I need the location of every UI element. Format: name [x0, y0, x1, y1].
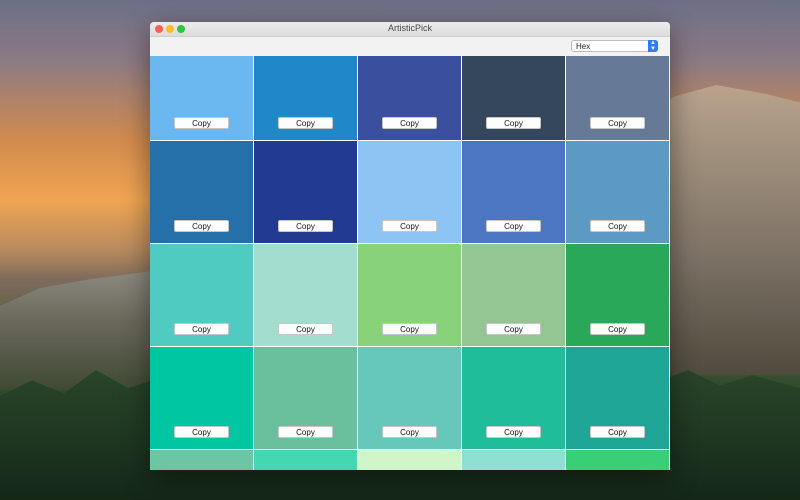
color-swatch[interactable]: Copy — [150, 347, 253, 449]
copy-button[interactable]: Copy — [486, 323, 541, 335]
color-swatch[interactable]: Copy — [254, 56, 357, 140]
wallpaper-rock — [0, 270, 160, 390]
app-window: ArtisticPick Hex ▲ ▼ Copy Copy Copy Copy Copy… — [150, 22, 670, 470]
copy-button[interactable]: Copy — [486, 426, 541, 438]
color-swatch[interactable]: Copy — [462, 56, 565, 140]
color-swatch-grid: Copy Copy Copy Copy Copy Copy Copy Copy Copy Copy… — [150, 56, 669, 470]
window-title: ArtisticPick — [387, 23, 432, 33]
color-swatch[interactable]: Copy — [358, 244, 461, 346]
copy-button[interactable]: Copy — [590, 220, 645, 232]
copy-button[interactable]: Copy — [174, 426, 229, 438]
copy-button[interactable]: Copy — [590, 323, 645, 335]
copy-button[interactable]: Copy — [382, 117, 437, 129]
copy-button[interactable]: Copy — [590, 426, 645, 438]
copy-button[interactable]: Copy — [486, 117, 541, 129]
color-swatch[interactable]: Copy — [150, 56, 253, 140]
copy-button[interactable]: Copy — [174, 117, 229, 129]
color-swatch[interactable]: Copy — [566, 347, 669, 449]
copy-button[interactable]: Copy — [278, 220, 333, 232]
copy-button[interactable]: Copy — [382, 323, 437, 335]
color-swatch[interactable]: Copy — [254, 141, 357, 243]
color-swatch[interactable]: Copy — [358, 56, 461, 140]
color-swatch[interactable]: Copy — [254, 244, 357, 346]
color-swatch[interactable] — [566, 450, 669, 470]
copy-button[interactable]: Copy — [486, 220, 541, 232]
color-swatch[interactable]: Copy — [462, 141, 565, 243]
color-swatch[interactable]: Copy — [150, 244, 253, 346]
copy-button[interactable]: Copy — [278, 117, 333, 129]
copy-button[interactable]: Copy — [278, 323, 333, 335]
color-swatch[interactable] — [150, 450, 253, 470]
color-swatch[interactable] — [254, 450, 357, 470]
copy-button[interactable]: Copy — [278, 426, 333, 438]
color-format-value: Hex — [576, 42, 591, 51]
color-format-select[interactable]: Hex ▲ ▼ — [571, 40, 658, 52]
copy-button[interactable]: Copy — [590, 117, 645, 129]
copy-button[interactable]: Copy — [174, 323, 229, 335]
copy-button[interactable]: Copy — [382, 426, 437, 438]
color-swatch[interactable]: Copy — [150, 141, 253, 243]
copy-button[interactable]: Copy — [382, 220, 437, 232]
color-swatch[interactable]: Copy — [566, 244, 669, 346]
color-swatch[interactable]: Copy — [566, 56, 669, 140]
select-arrows-icon: ▲ ▼ — [648, 40, 658, 52]
color-swatch[interactable]: Copy — [358, 347, 461, 449]
color-swatch[interactable]: Copy — [462, 244, 565, 346]
toolbar: Hex ▲ ▼ — [150, 37, 670, 56]
color-swatch[interactable] — [358, 450, 461, 470]
color-swatch[interactable]: Copy — [358, 141, 461, 243]
color-swatch[interactable] — [462, 450, 565, 470]
color-swatch[interactable]: Copy — [566, 141, 669, 243]
copy-button[interactable]: Copy — [174, 220, 229, 232]
color-swatch[interactable]: Copy — [462, 347, 565, 449]
wallpaper-cliff — [660, 85, 800, 375]
color-swatch[interactable]: Copy — [254, 347, 357, 449]
title-bar: ArtisticPick — [150, 22, 670, 37]
